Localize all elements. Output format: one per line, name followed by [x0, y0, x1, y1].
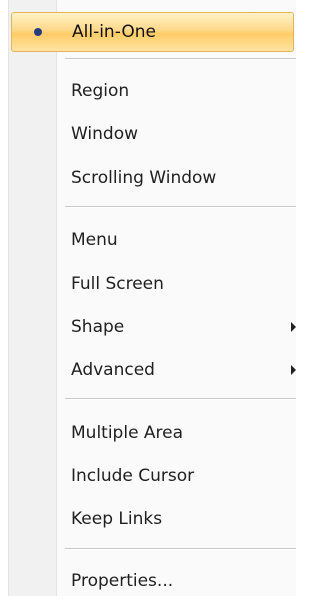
menu-item-all-in-one[interactable]: All-in-One: [11, 12, 294, 52]
menu-item-label: Properties...: [71, 571, 174, 591]
menu-item-advanced[interactable]: Advanced: [11, 350, 296, 390]
menu-item-region[interactable]: Region: [11, 71, 294, 111]
menu-item-scrolling-window[interactable]: Scrolling Window: [11, 158, 294, 198]
menu-item-label: Multiple Area: [71, 423, 184, 443]
menu-item-label: Menu: [71, 230, 118, 250]
menu-item-menu[interactable]: Menu: [11, 220, 294, 260]
menu-item-multiple-area[interactable]: Multiple Area: [11, 413, 294, 453]
menu-item-label: Advanced: [71, 360, 155, 380]
menu-item-label: Scrolling Window: [71, 168, 217, 188]
menu-item-label: Full Screen: [71, 274, 164, 294]
menu-separator: [65, 206, 296, 208]
menu-item-window[interactable]: Window: [11, 114, 294, 154]
menu-item-properties[interactable]: Properties...: [11, 561, 294, 601]
submenu-arrow-icon: [291, 322, 296, 332]
menu-item-include-cursor[interactable]: Include Cursor: [11, 456, 294, 496]
menu-item-label: All-in-One: [72, 22, 156, 42]
submenu-arrow-icon: [291, 365, 296, 375]
menu-item-label: Region: [71, 81, 130, 101]
menu-separator: [65, 548, 296, 550]
menu-item-label: Window: [71, 124, 139, 144]
menu-item-label: Keep Links: [71, 509, 163, 529]
menu-separator: [65, 58, 296, 60]
menu-item-label: Include Cursor: [71, 466, 195, 486]
menu-item-shape[interactable]: Shape: [11, 307, 296, 347]
radio-check-icon: [34, 28, 42, 36]
capture-mode-menu: All-in-One Region Window Scrolling Windo…: [8, 0, 296, 596]
menu-item-keep-links[interactable]: Keep Links: [11, 499, 294, 539]
menu-item-full-screen[interactable]: Full Screen: [11, 264, 294, 304]
menu-separator: [65, 398, 296, 400]
menu-item-label: Shape: [71, 317, 125, 337]
